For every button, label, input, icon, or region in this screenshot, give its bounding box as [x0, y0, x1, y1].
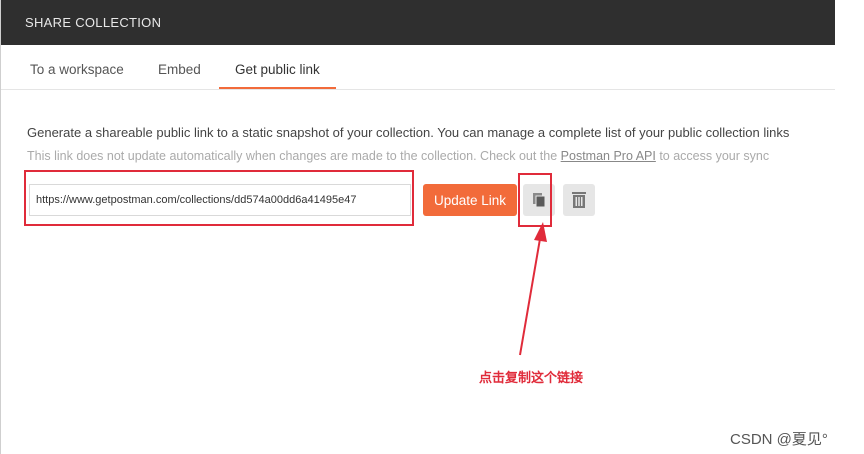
page-margin — [835, 0, 864, 454]
watermark: CSDN @夏见° — [730, 431, 828, 448]
annotation-text: 点击复制这个链接 — [479, 370, 584, 385]
annotation-arrow — [519, 222, 547, 356]
